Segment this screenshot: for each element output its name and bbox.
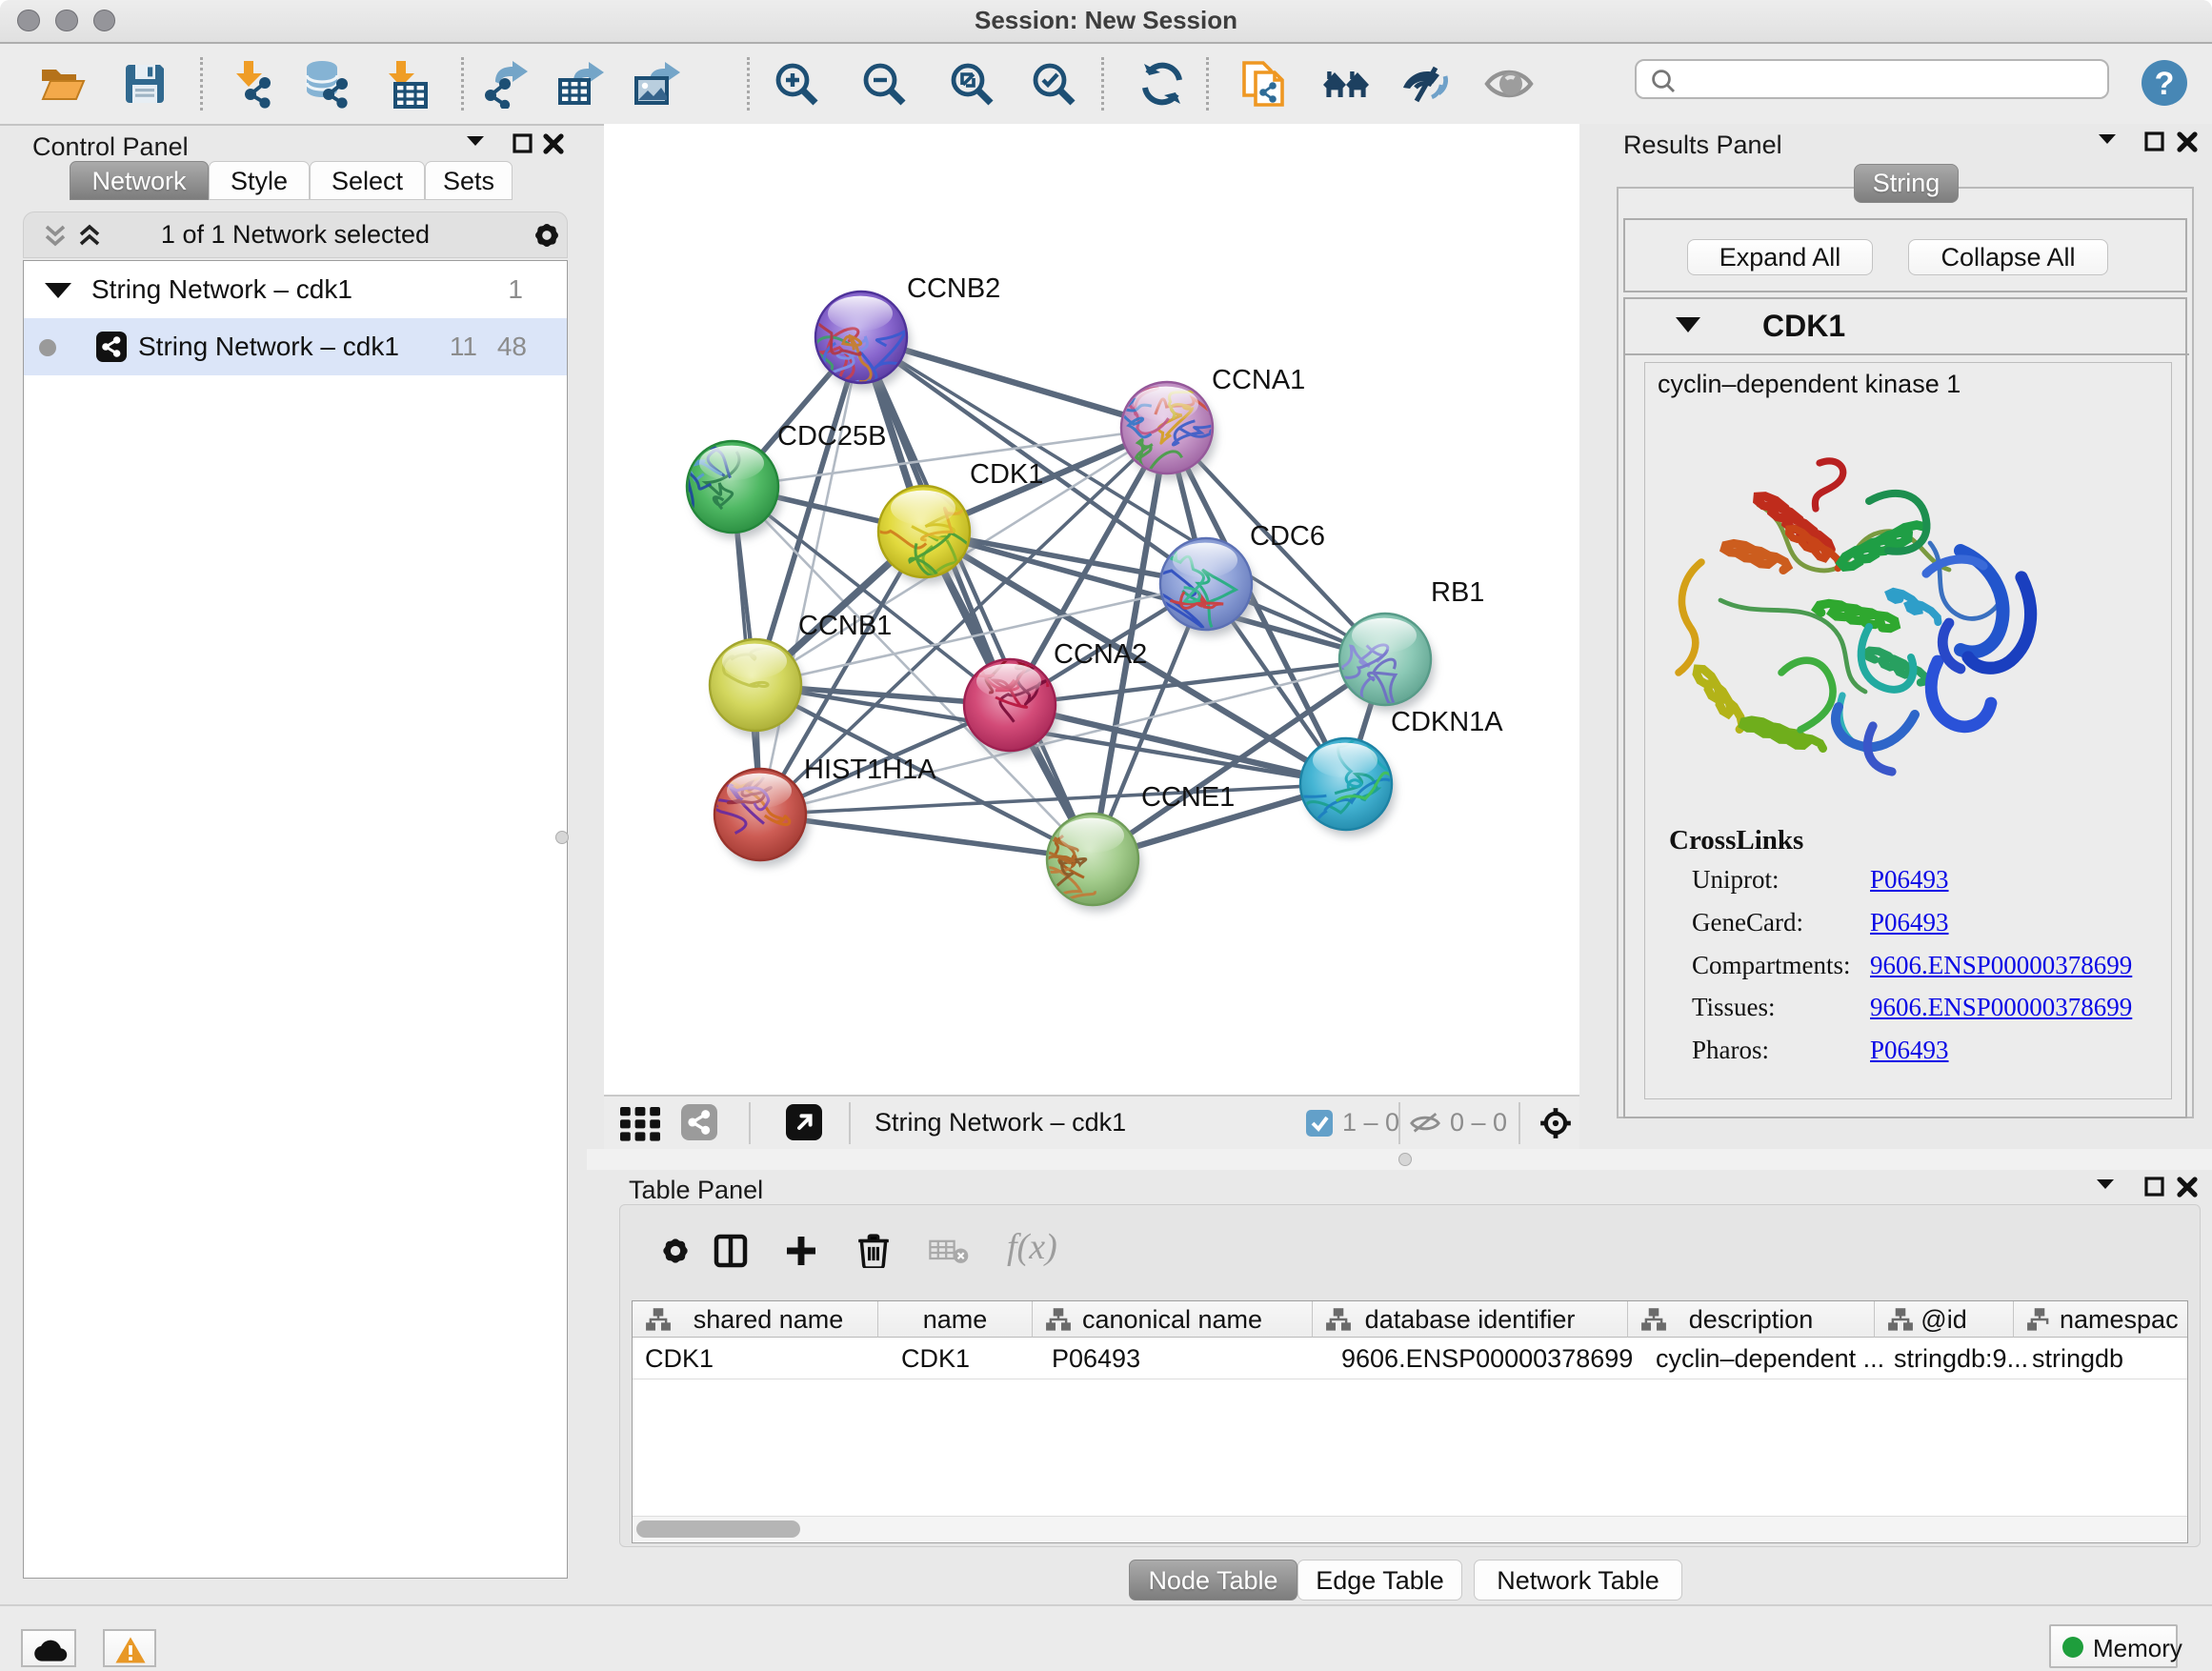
svg-text:RB1: RB1	[1431, 577, 1484, 608]
svg-text:CDC25B: CDC25B	[777, 421, 886, 452]
svg-text:CDK1: CDK1	[970, 459, 1043, 490]
svg-text:CCNA2: CCNA2	[1054, 639, 1147, 670]
svg-text:HIST1H1A: HIST1H1A	[804, 755, 936, 785]
svg-text:?: ?	[2155, 66, 2175, 102]
svg-text:CCNB1: CCNB1	[798, 611, 892, 641]
svg-text:CDKN1A: CDKN1A	[1391, 707, 1503, 737]
svg-text:CDC6: CDC6	[1250, 521, 1325, 552]
svg-text:CCNA1: CCNA1	[1212, 365, 1305, 395]
svg-text:CCNB2: CCNB2	[907, 273, 1000, 304]
svg-text:CCNE1: CCNE1	[1141, 782, 1235, 813]
